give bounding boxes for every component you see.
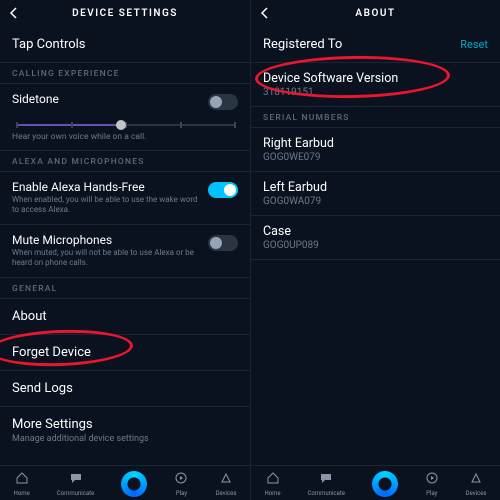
nav-alexa[interactable]	[121, 471, 147, 497]
software-version-label: Device Software Version	[263, 71, 488, 86]
send-logs-label: Send Logs	[12, 381, 73, 396]
left-earbud-value: GOG0WA079	[263, 196, 488, 207]
handsfree-row[interactable]: Enable Alexa Hands-Free When enabled, yo…	[0, 172, 250, 225]
nav-alexa[interactable]	[372, 471, 398, 497]
about-pane: ABOUT Registered To Reset Device Softwar…	[250, 0, 500, 500]
back-icon[interactable]	[8, 4, 20, 23]
content: Tap Controls CALLING EXPERIENCE Sidetone…	[0, 27, 250, 465]
nav-home[interactable]: Home	[264, 470, 280, 497]
nav-devices[interactable]: Devices	[216, 470, 237, 497]
handsfree-toggle[interactable]	[208, 182, 238, 198]
device-settings-pane: DEVICE SETTINGS Tap Controls CALLING EXP…	[0, 0, 250, 500]
tap-controls-row[interactable]: Tap Controls	[0, 27, 250, 63]
more-settings-row[interactable]: More Settings Manage additional device s…	[0, 407, 250, 456]
nav-communicate[interactable]: Communicate	[307, 470, 344, 497]
right-earbud-value: GOG0WE079	[263, 152, 488, 163]
forget-device-label: Forget Device	[12, 345, 91, 360]
case-value: GOG0UP089	[263, 240, 488, 251]
sidetone-row[interactable]: Sidetone	[0, 84, 250, 110]
section-general: GENERAL	[0, 278, 250, 299]
case-row: Case GOG0UP089	[251, 216, 500, 260]
sidetone-toggle[interactable]	[208, 94, 238, 110]
right-earbud-label: Right Earbud	[263, 136, 488, 151]
registered-to-label: Registered To	[263, 37, 342, 52]
send-logs-row[interactable]: Send Logs	[0, 371, 250, 407]
page-title: ABOUT	[355, 8, 395, 19]
mute-row[interactable]: Mute Microphones When muted, you will no…	[0, 225, 250, 278]
section-calling-experience: CALLING EXPERIENCE	[0, 63, 250, 84]
back-icon[interactable]	[259, 4, 271, 23]
mute-label: Mute Microphones	[12, 233, 200, 247]
nav-communicate[interactable]: Communicate	[57, 470, 94, 497]
content: Registered To Reset Device Software Vers…	[251, 27, 500, 465]
registered-to-row[interactable]: Registered To Reset	[251, 27, 500, 63]
software-version-value: 318119151	[263, 87, 488, 98]
bottom-nav: Home Communicate Play Devices	[251, 465, 500, 500]
chat-icon	[319, 470, 333, 489]
left-earbud-row: Left Earbud GOG0WA079	[251, 172, 500, 216]
nav-play[interactable]: Play	[174, 470, 188, 497]
more-settings-label: More Settings	[12, 417, 93, 432]
page-title: DEVICE SETTINGS	[72, 8, 178, 19]
handsfree-label: Enable Alexa Hands-Free	[12, 180, 200, 194]
left-earbud-label: Left Earbud	[263, 180, 488, 195]
play-icon	[425, 470, 439, 489]
chat-icon	[69, 470, 83, 489]
home-icon	[266, 470, 280, 489]
header: ABOUT	[251, 0, 500, 27]
about-row[interactable]: About	[0, 299, 250, 335]
forget-device-row[interactable]: Forget Device	[0, 335, 250, 371]
right-earbud-row: Right Earbud GOG0WE079	[251, 128, 500, 172]
alexa-ring-icon	[121, 471, 147, 497]
home-icon	[15, 470, 29, 489]
case-label: Case	[263, 224, 488, 239]
section-alexa: ALEXA AND MICROPHONES	[0, 151, 250, 172]
software-version-row[interactable]: Device Software Version 318119151	[251, 63, 500, 107]
nav-play[interactable]: Play	[425, 470, 439, 497]
devices-icon	[469, 470, 483, 489]
mute-sub: When muted, you will not be able to use …	[12, 248, 200, 269]
tap-controls-label: Tap Controls	[12, 37, 86, 52]
sidetone-caption: Hear your own voice while on a call.	[12, 132, 238, 142]
reset-link[interactable]: Reset	[460, 38, 488, 51]
devices-icon	[219, 470, 233, 489]
alexa-ring-icon	[372, 471, 398, 497]
slider-knob-icon[interactable]	[116, 120, 126, 130]
sidetone-label: Sidetone	[12, 92, 59, 106]
nav-devices[interactable]: Devices	[466, 470, 487, 497]
bottom-nav: Home Communicate Play Devices	[0, 465, 250, 500]
about-label: About	[12, 309, 47, 324]
mute-toggle[interactable]	[208, 235, 238, 251]
sidetone-slider-area: Hear your own voice while on a call.	[0, 110, 250, 151]
handsfree-sub: When enabled, you will be able to use th…	[12, 195, 200, 216]
nav-home[interactable]: Home	[14, 470, 30, 497]
play-icon	[174, 470, 188, 489]
more-settings-sub: Manage additional device settings	[12, 434, 149, 446]
header: DEVICE SETTINGS	[0, 0, 250, 27]
section-serial-numbers: SERIAL NUMBERS	[251, 107, 500, 128]
sidetone-slider[interactable]	[16, 124, 234, 126]
